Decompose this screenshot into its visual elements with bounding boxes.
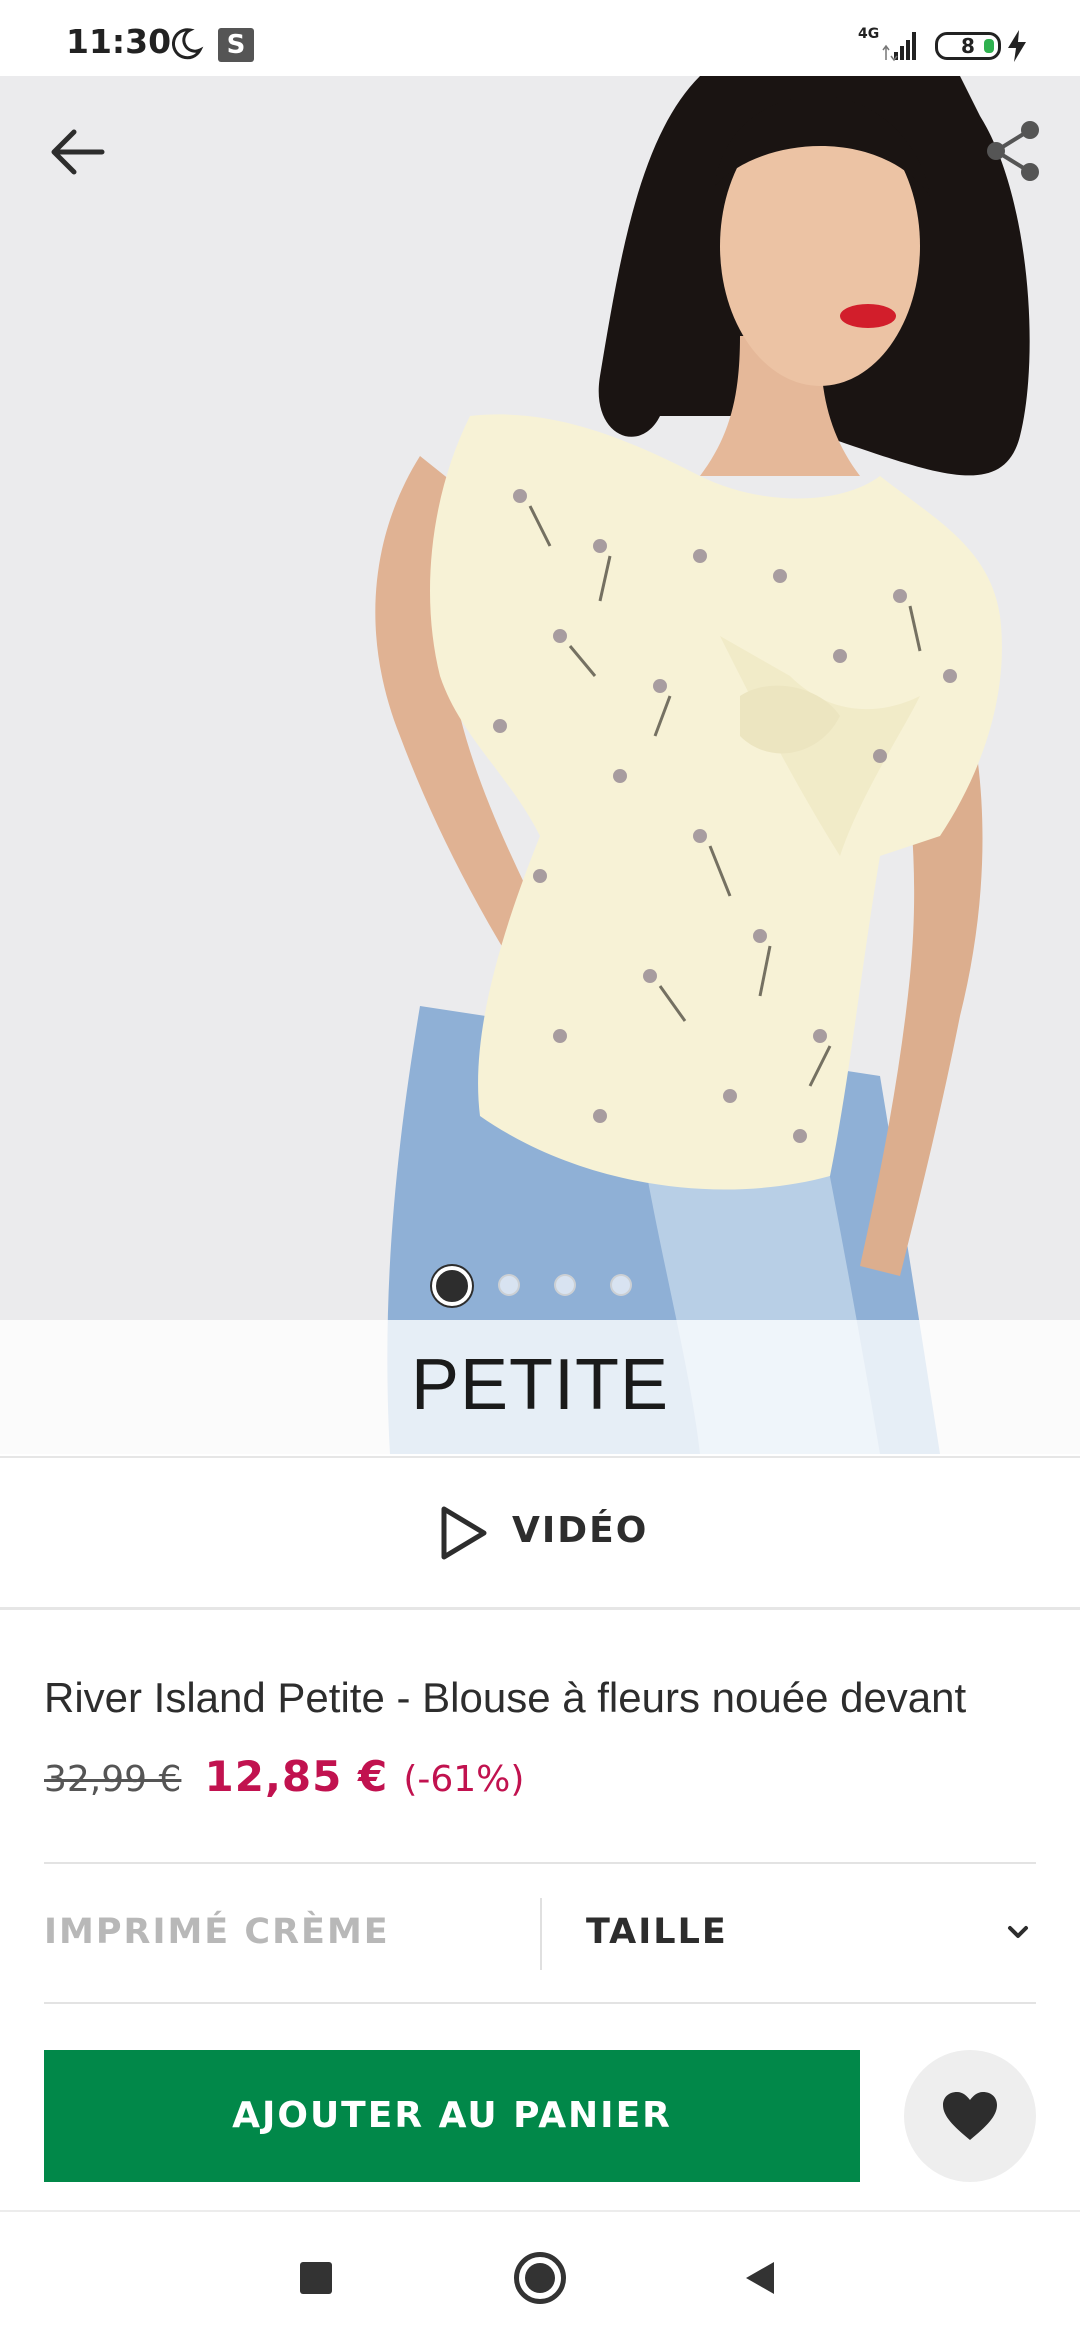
price-row: 32,99 € 12,85 € (-61%) xyxy=(44,1752,524,1801)
status-bar: 11:30 S 4G 8 xyxy=(0,0,1080,76)
recents-button[interactable] xyxy=(300,2262,332,2294)
battery-level: 8 xyxy=(961,34,975,58)
nav-back-icon[interactable] xyxy=(740,2258,780,2298)
product-title: River Island Petite - Blouse à fleurs no… xyxy=(44,1674,967,1721)
pagination-dot[interactable] xyxy=(554,1274,576,1296)
video-button[interactable]: VIDÉO xyxy=(0,1456,1080,1610)
back-arrow-icon[interactable] xyxy=(44,122,114,182)
carousel-pagination xyxy=(432,1266,652,1312)
size-label: TAILLE xyxy=(586,1912,728,1952)
divider xyxy=(540,1898,542,1970)
charging-icon xyxy=(1008,30,1026,62)
system-nav-bar xyxy=(0,2210,1080,2340)
moon-icon xyxy=(171,28,204,60)
save-for-later-button[interactable] xyxy=(904,2050,1036,2182)
video-label: VIDÉO xyxy=(512,1510,649,1551)
s-app-icon: S xyxy=(218,28,254,62)
variant-selector-row: IMPRIMÉ CRÈME TAILLE xyxy=(44,1862,1036,2004)
battery-icon: 8 xyxy=(935,32,1001,60)
share-icon[interactable] xyxy=(978,116,1048,186)
add-to-cart-button[interactable]: AJOUTER AU PANIER xyxy=(44,2050,860,2182)
product-image-carousel[interactable]: PETITE xyxy=(0,76,1080,1454)
network-type: 4G xyxy=(858,26,880,42)
heart-icon xyxy=(943,2092,997,2140)
pagination-dot[interactable] xyxy=(610,1274,632,1296)
original-price: 32,99 € xyxy=(44,1759,182,1800)
play-icon xyxy=(441,1506,487,1560)
size-dropdown[interactable]: TAILLE xyxy=(544,1864,1036,2004)
pagination-dot[interactable] xyxy=(432,1266,472,1306)
discount-percent: (-61%) xyxy=(403,1759,525,1800)
status-time: 11:30 xyxy=(66,22,172,61)
color-label: IMPRIMÉ CRÈME xyxy=(44,1912,390,1952)
home-button[interactable] xyxy=(514,2252,566,2304)
pagination-dot[interactable] xyxy=(498,1274,520,1296)
petite-badge: PETITE xyxy=(410,1345,670,1425)
product-photo xyxy=(0,76,1080,1454)
sale-price: 12,85 € xyxy=(204,1752,389,1801)
chevron-down-icon xyxy=(1008,1926,1028,1938)
signal-icon xyxy=(882,32,916,62)
